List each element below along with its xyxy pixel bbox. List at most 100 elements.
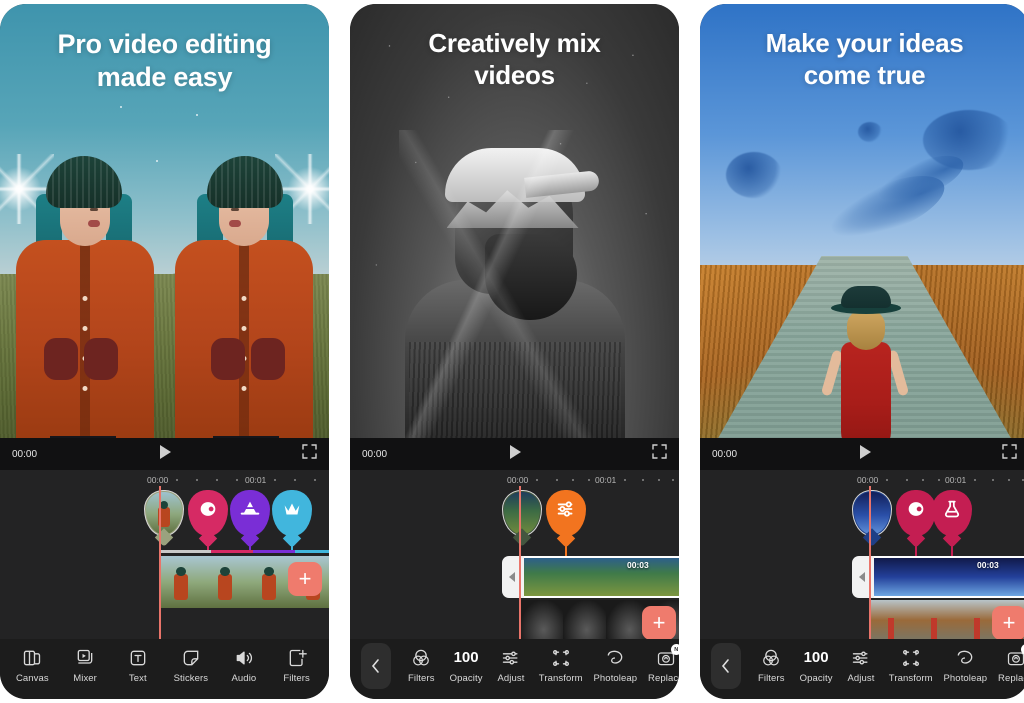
clip-frame: [870, 600, 913, 639]
clip-frame: [913, 558, 956, 596]
clip-frame: [247, 556, 291, 608]
clip-frame: [520, 558, 563, 596]
pin-filter-1[interactable]: [188, 490, 228, 536]
add-clip-button-3[interactable]: +: [992, 606, 1024, 639]
toolbar-label: Opacity: [799, 673, 833, 684]
toolbar-item-replace[interactable]: N Replace: [648, 644, 679, 684]
bottom-toolbar-1[interactable]: Canvas Mixer Text Stickers Audio Filters: [0, 639, 329, 699]
timeline-ruler-3: 00:00 00:01: [700, 474, 1024, 487]
toolbar-item-transform[interactable]: Transform: [889, 648, 933, 684]
teal-beanie: [46, 156, 122, 208]
trim-left-handle-2[interactable]: [502, 556, 524, 598]
headline-1: Pro video editing made easy: [57, 29, 272, 92]
player-bar-3: 00:00: [700, 438, 1024, 470]
new-badge: N: [670, 644, 679, 655]
video-track-2[interactable]: [520, 558, 679, 596]
subject-mirrored-right: [169, 140, 319, 470]
pin-mixer-1[interactable]: [230, 490, 270, 536]
ruler-label: 00:01: [595, 475, 617, 485]
pin-filter-3[interactable]: [896, 490, 936, 536]
toolbar-item-audio[interactable]: Audio: [227, 648, 261, 684]
toolbar-item-text[interactable]: Text: [121, 648, 155, 684]
toolbar-item-filters[interactable]: Filters: [404, 648, 438, 684]
clip-frame: [159, 556, 203, 608]
video-preview-1[interactable]: Pro video editing made easy 00:00: [0, 4, 329, 470]
pin-stem: [249, 536, 251, 550]
clip-duration-label-2: 00:03: [627, 560, 649, 570]
audio-icon: [234, 648, 254, 668]
playhead-1[interactable]: [159, 486, 161, 639]
clip-frame: [649, 558, 679, 596]
text-icon: [128, 648, 148, 668]
pin-clip-thumbnail-3[interactable]: [852, 490, 892, 536]
replace-camera-icon: N: [656, 644, 679, 668]
toolbar-item-photoleap[interactable]: Photoleap: [943, 648, 987, 684]
play-icon[interactable]: [856, 443, 874, 466]
subject-double-exposure: [398, 130, 631, 470]
pin-clip-thumbnail-2[interactable]: [502, 490, 542, 536]
video-preview-3[interactable]: Make your ideas come true 00:00: [700, 4, 1024, 470]
toolbar-label: Canvas: [15, 673, 49, 684]
photoleap-icon: [955, 648, 975, 668]
trim-left-handle-3[interactable]: [852, 556, 874, 598]
toolbar-item-adjust[interactable]: Adjust: [844, 648, 878, 684]
timeline-3[interactable]: 00:00 00:01 00:03 +: [700, 470, 1024, 639]
replace-camera-icon: N: [1006, 644, 1024, 668]
arm: [820, 349, 843, 397]
back-button-2[interactable]: [361, 643, 392, 689]
playhead-3[interactable]: [869, 486, 871, 639]
app-store-screenshot-gallery: Pro video editing made easy 00:00 00:00: [0, 0, 1024, 703]
black-hat: [840, 286, 891, 308]
trim-left-icon: [509, 572, 515, 582]
fullscreen-icon[interactable]: [1002, 444, 1017, 464]
timeline-1[interactable]: 00:00 00:01 +: [0, 470, 329, 639]
toolbar-item-canvas[interactable]: Canvas: [15, 648, 49, 684]
phone-mockup-2: Creatively mix videos 00:00 00:00 00:01 …: [350, 4, 679, 699]
play-icon[interactable]: [156, 443, 174, 466]
video-preview-2[interactable]: Creatively mix videos 00:00: [350, 4, 679, 470]
timeline-2[interactable]: 00:00 00:01 00:03 +: [350, 470, 679, 639]
fullscreen-icon[interactable]: [652, 444, 667, 464]
filters-circle-icon: [761, 648, 781, 668]
toolbar-item-filters[interactable]: Filters: [280, 648, 314, 684]
toolbar-item-photoleap[interactable]: Photoleap: [593, 648, 637, 684]
glove: [44, 338, 78, 380]
toolbar-item-stickers[interactable]: Stickers: [174, 648, 209, 684]
opacity-value: 100: [803, 649, 829, 666]
toolbar-item-transform[interactable]: Transform: [539, 648, 583, 684]
current-time-label: 00:00: [12, 448, 38, 460]
exposure-blend: [398, 130, 631, 470]
clip-frame: [913, 600, 956, 639]
pin-adjust-2[interactable]: [546, 490, 586, 536]
fullscreen-icon[interactable]: [302, 444, 317, 464]
play-icon[interactable]: [506, 443, 524, 466]
toolbar-item-opacity[interactable]: 100 Opacity: [449, 648, 483, 684]
ruler-label: 00:00: [857, 475, 879, 485]
ink-cloud-mid: [858, 122, 882, 142]
pin-effects-1[interactable]: [272, 490, 312, 536]
opacity-value: 100: [453, 649, 479, 666]
clip-frame: [999, 558, 1024, 596]
toolbar-item-opacity[interactable]: 100 Opacity: [799, 648, 833, 684]
toolbar-item-replace[interactable]: N Replace: [998, 644, 1024, 684]
ruler-label: 00:00: [147, 475, 169, 485]
back-button-3[interactable]: [711, 643, 742, 689]
video-track-3[interactable]: [870, 558, 1024, 596]
playhead-2[interactable]: [519, 486, 521, 639]
add-clip-button-1[interactable]: +: [288, 562, 322, 596]
pin-stem: [291, 536, 293, 550]
pin-potion-3[interactable]: [932, 490, 972, 536]
toolbar-label: Filters: [407, 673, 435, 684]
bottom-toolbar-2[interactable]: Filters 100 Opacity Adjust Transform Pho…: [350, 639, 679, 699]
bottom-toolbar-3[interactable]: Filters 100 Opacity Adjust Transform Pho…: [700, 639, 1024, 699]
trim-left-icon: [859, 572, 865, 582]
toolbar-item-adjust[interactable]: Adjust: [494, 648, 528, 684]
toolbar-item-mixer[interactable]: Mixer: [68, 648, 102, 684]
toolbar-label: Transform: [538, 673, 583, 684]
lens-contrast-icon: [908, 502, 924, 516]
sparkle-crown-icon: [284, 503, 300, 515]
pin-clip-thumbnail-1[interactable]: [144, 490, 184, 536]
toolbar-item-filters[interactable]: Filters: [754, 648, 788, 684]
chevron-left-icon: [372, 659, 380, 673]
add-clip-button-2[interactable]: +: [642, 606, 676, 639]
